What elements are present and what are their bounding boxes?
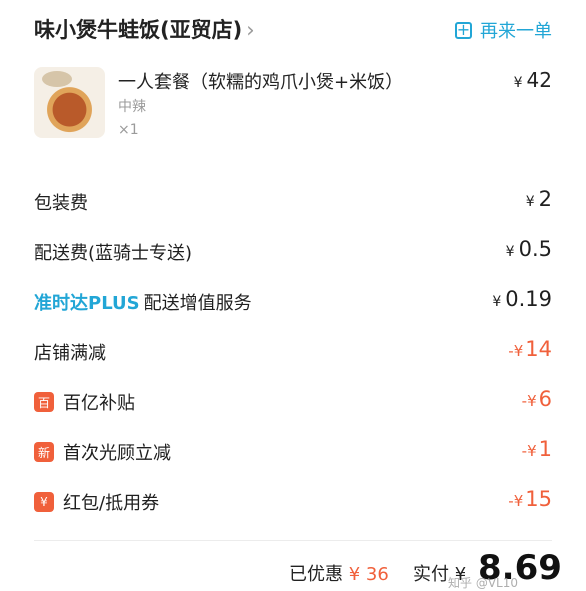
divider bbox=[34, 540, 552, 541]
fee-label-text: 百亿补贴 bbox=[63, 393, 135, 414]
discount-amount: 1 bbox=[538, 437, 552, 461]
fee-label-text: 配送增值服务 bbox=[143, 293, 252, 314]
fee-label: 百百亿补贴 bbox=[34, 389, 135, 415]
watermark: 知乎 @VL10 bbox=[448, 576, 518, 590]
fee-list: 包装费 ¥2 配送费(蓝骑士专送) ¥0.5 准时达PLUS 配送增值服务 ¥0.… bbox=[0, 177, 586, 527]
item-price: ¥42 bbox=[514, 68, 552, 92]
discount-row-coupon: ¥ 红包/抵用券 -¥15 bbox=[0, 477, 586, 527]
fee-label: 包装费 bbox=[34, 193, 88, 214]
saved-summary: 已优惠 ¥ 36 bbox=[289, 560, 389, 586]
fee-label: 店铺满减 bbox=[34, 343, 106, 364]
fee-value: ¥0.5 bbox=[506, 237, 552, 261]
discount-value: -¥1 bbox=[522, 437, 552, 461]
plus-icon: + bbox=[455, 20, 472, 39]
fee-label: 配送费(蓝骑士专送) bbox=[34, 243, 193, 264]
fee-row-delivery: 配送费(蓝骑士专送) ¥0.5 bbox=[0, 227, 586, 277]
item-spec: 中辣 bbox=[118, 99, 146, 115]
order-header: 味小煲牛蛙饭(亚贸店) › + 再来一单 bbox=[0, 0, 586, 56]
currency-symbol: ¥ bbox=[492, 294, 502, 310]
currency-symbol: -¥ bbox=[521, 442, 537, 460]
fee-value: ¥2 bbox=[526, 187, 552, 211]
item-name: 一人套餐（软糯的鸡爪小煲+米饭） bbox=[118, 72, 404, 93]
fee-value: ¥0.19 bbox=[492, 287, 552, 311]
discount-amount: 6 bbox=[538, 387, 552, 411]
currency-symbol: -¥ bbox=[508, 342, 524, 360]
fee-label: 准时达PLUS 配送增值服务 bbox=[34, 289, 252, 315]
item-price-value: 42 bbox=[526, 68, 552, 92]
currency-symbol: ¥ bbox=[525, 194, 535, 210]
shop-name: 味小煲牛蛙饭(亚贸店) bbox=[34, 18, 243, 42]
discount-value: -¥15 bbox=[508, 487, 552, 511]
reorder-label: 再来一单 bbox=[480, 21, 552, 42]
fee-row-packaging: 包装费 ¥2 bbox=[0, 177, 586, 227]
item-thumbnail bbox=[34, 67, 105, 138]
fee-amount: 0.5 bbox=[518, 237, 552, 261]
ontime-plus-label: 准时达PLUS bbox=[34, 293, 140, 314]
item-quantity: ×1 bbox=[118, 122, 139, 138]
discount-amount: 15 bbox=[525, 487, 552, 511]
currency-symbol: -¥ bbox=[521, 392, 537, 410]
discount-value: -¥14 bbox=[508, 337, 552, 361]
currency-symbol: -¥ bbox=[508, 492, 524, 510]
fee-label-text: 首次光顾立减 bbox=[63, 443, 171, 464]
discount-amount: 14 bbox=[525, 337, 552, 361]
shop-name-link[interactable]: 味小煲牛蛙饭(亚贸店) › bbox=[34, 14, 255, 44]
discount-row-first-visit: 新首次光顾立减 -¥1 bbox=[0, 427, 586, 477]
currency-symbol: ¥ bbox=[513, 75, 523, 91]
chevron-right-icon: › bbox=[246, 18, 255, 42]
new-badge-icon: 新 bbox=[34, 442, 54, 462]
fee-label: ¥ 红包/抵用券 bbox=[34, 489, 159, 515]
discount-row-subsidy: 百百亿补贴 -¥6 bbox=[0, 377, 586, 427]
fee-row-ontime-plus: 准时达PLUS 配送增值服务 ¥0.19 bbox=[0, 277, 586, 327]
subsidy-badge-icon: 百 bbox=[34, 392, 54, 412]
currency-symbol: ¥ bbox=[505, 244, 515, 260]
reorder-button[interactable]: + 再来一单 bbox=[455, 17, 552, 43]
fee-label-text: 红包/抵用券 bbox=[63, 493, 160, 514]
order-item: 一人套餐（软糯的鸡爪小煲+米饭） 中辣 ×1 ¥42 bbox=[0, 60, 586, 150]
discount-value: -¥6 bbox=[522, 387, 552, 411]
coupon-badge-icon: ¥ bbox=[34, 492, 54, 512]
fee-amount: 0.19 bbox=[505, 287, 552, 311]
fee-amount: 2 bbox=[538, 187, 552, 211]
fee-label: 新首次光顾立减 bbox=[34, 439, 171, 465]
discount-row-store: 店铺满减 -¥14 bbox=[0, 327, 586, 377]
